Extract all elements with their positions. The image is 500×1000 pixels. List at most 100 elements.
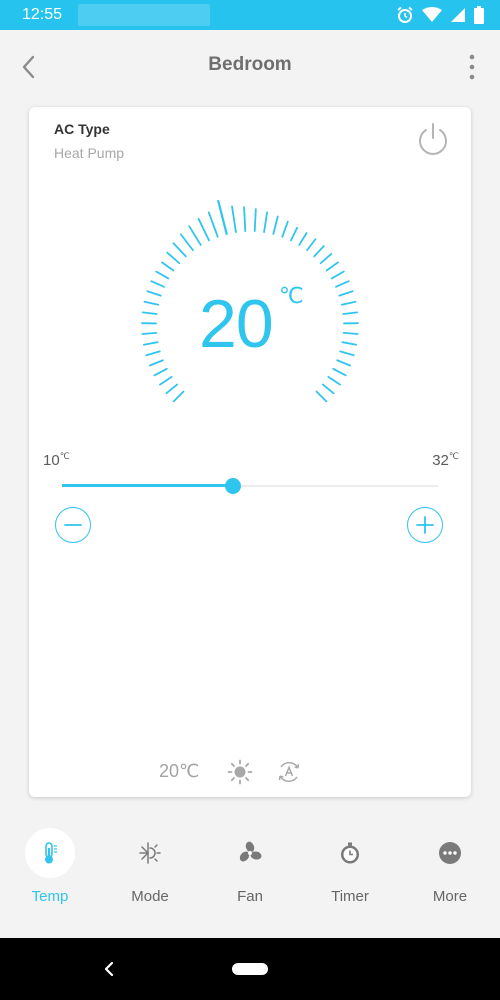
- dial-tick: [172, 242, 187, 258]
- app-header: Bedroom: [0, 30, 500, 102]
- nav-home-pill[interactable]: [232, 963, 268, 975]
- dial-tick: [315, 390, 328, 403]
- tab-fan[interactable]: Fan: [200, 820, 300, 920]
- bottom-tab-bar: Temp Mode Fan Timer More: [0, 820, 500, 920]
- fan-icon: [239, 841, 262, 862]
- range-max-value: 32: [432, 452, 449, 469]
- tab-temp[interactable]: Temp: [0, 820, 100, 920]
- dial-tick: [342, 331, 359, 335]
- slider-fill: [62, 484, 233, 487]
- snowflake-sun-icon: [139, 842, 161, 864]
- tab-icon-wrap: [25, 828, 75, 878]
- dial-tick: [342, 311, 359, 315]
- dial-tick: [341, 341, 358, 346]
- nav-back-button[interactable]: [98, 958, 120, 980]
- settings-summary: 20℃: [29, 757, 471, 787]
- dial-tick: [327, 375, 341, 386]
- dial-tick: [231, 205, 237, 233]
- dial-tick: [197, 217, 210, 242]
- dial-tick: [290, 226, 298, 242]
- dial-tick: [207, 211, 219, 238]
- more-horizontal-icon: [439, 842, 461, 864]
- slider-thumb[interactable]: [224, 478, 241, 494]
- dial-tick: [321, 383, 335, 395]
- tab-icon-wrap: [425, 828, 475, 878]
- dial-tick: [335, 280, 350, 288]
- range-min-unit: ℃: [59, 451, 70, 461]
- battery-icon: [474, 6, 484, 24]
- auto-fan-icon: [278, 762, 300, 782]
- summary-temperature: 20℃: [159, 761, 200, 781]
- range-min-value: 10: [43, 452, 60, 469]
- tab-icon-wrap: [325, 828, 375, 878]
- tab-label: Timer: [331, 888, 369, 905]
- dial-tick: [188, 225, 202, 246]
- tab-more[interactable]: More: [400, 820, 500, 920]
- dial-tick: [338, 290, 354, 297]
- temperature-dial[interactable]: [29, 107, 471, 417]
- range-max-label: 32℃: [432, 451, 459, 469]
- dial-tick: [243, 206, 247, 233]
- dial-tick: [142, 341, 159, 346]
- sun-icon: [227, 759, 253, 785]
- dial-tick: [159, 375, 173, 386]
- temperature-unit: ℃: [279, 283, 304, 308]
- page-title: Bedroom: [208, 54, 292, 75]
- range-max-unit: ℃: [448, 451, 459, 461]
- dial-tick: [155, 270, 170, 280]
- tab-label: Mode: [131, 888, 169, 905]
- tab-timer[interactable]: Timer: [300, 820, 400, 920]
- dial-tick: [340, 300, 357, 306]
- more-vertical-icon: [469, 54, 475, 80]
- dial-tick: [313, 245, 325, 258]
- dial-tick: [272, 215, 279, 235]
- dial-tick: [330, 270, 345, 280]
- dial-tick: [148, 359, 164, 367]
- dial-tick: [165, 383, 179, 395]
- dial-tick: [339, 350, 355, 357]
- temperature-slider[interactable]: [62, 475, 438, 497]
- signal-icon: [451, 8, 465, 22]
- status-bar: 12:55: [0, 0, 500, 30]
- dial-tick: [150, 280, 165, 288]
- tab-icon-wrap: [125, 828, 175, 878]
- dial-tick: [143, 300, 160, 306]
- notification-area: [78, 4, 210, 26]
- dial-tick: [325, 261, 339, 272]
- dial-tick: [332, 367, 347, 377]
- increase-temp-button[interactable]: [407, 507, 443, 543]
- tab-icon-wrap: [225, 828, 275, 878]
- dial-tick: [161, 261, 175, 272]
- tab-mode[interactable]: Mode: [100, 820, 200, 920]
- thermometer-icon: [45, 842, 57, 864]
- timer-icon: [341, 842, 359, 864]
- overflow-menu-button[interactable]: [462, 52, 482, 82]
- status-time: 12:55: [22, 6, 63, 23]
- dial-tick: [145, 350, 161, 357]
- dial-tick: [253, 208, 257, 233]
- wifi-icon: [422, 7, 442, 22]
- alarm-icon: [397, 6, 413, 23]
- minus-icon: [64, 524, 82, 526]
- tab-label: Fan: [237, 888, 263, 905]
- decrease-temp-button[interactable]: [55, 507, 91, 543]
- thermostat-card: AC Type Heat Pump 20 ℃ 10℃ 32℃ 20℃: [29, 107, 471, 797]
- dial-setpoint-marker: [217, 199, 228, 236]
- dial-tick: [336, 359, 352, 367]
- dial-tick: [146, 290, 162, 297]
- tab-label: Temp: [31, 888, 69, 905]
- current-temperature: 20: [199, 286, 274, 362]
- dial-tick: [306, 238, 317, 252]
- nav-back-icon: [104, 961, 114, 977]
- system-nav-bar: [0, 938, 500, 1000]
- dial-tick: [179, 233, 194, 252]
- tab-label: More: [432, 888, 468, 905]
- dial-tick: [281, 220, 289, 238]
- dial-tick: [263, 211, 268, 233]
- dial-tick: [172, 390, 185, 403]
- dial-tick: [298, 232, 308, 246]
- dial-tick: [141, 311, 158, 315]
- dial-tick: [153, 367, 168, 377]
- dial-tick: [319, 253, 333, 265]
- system-icons: [396, 6, 484, 24]
